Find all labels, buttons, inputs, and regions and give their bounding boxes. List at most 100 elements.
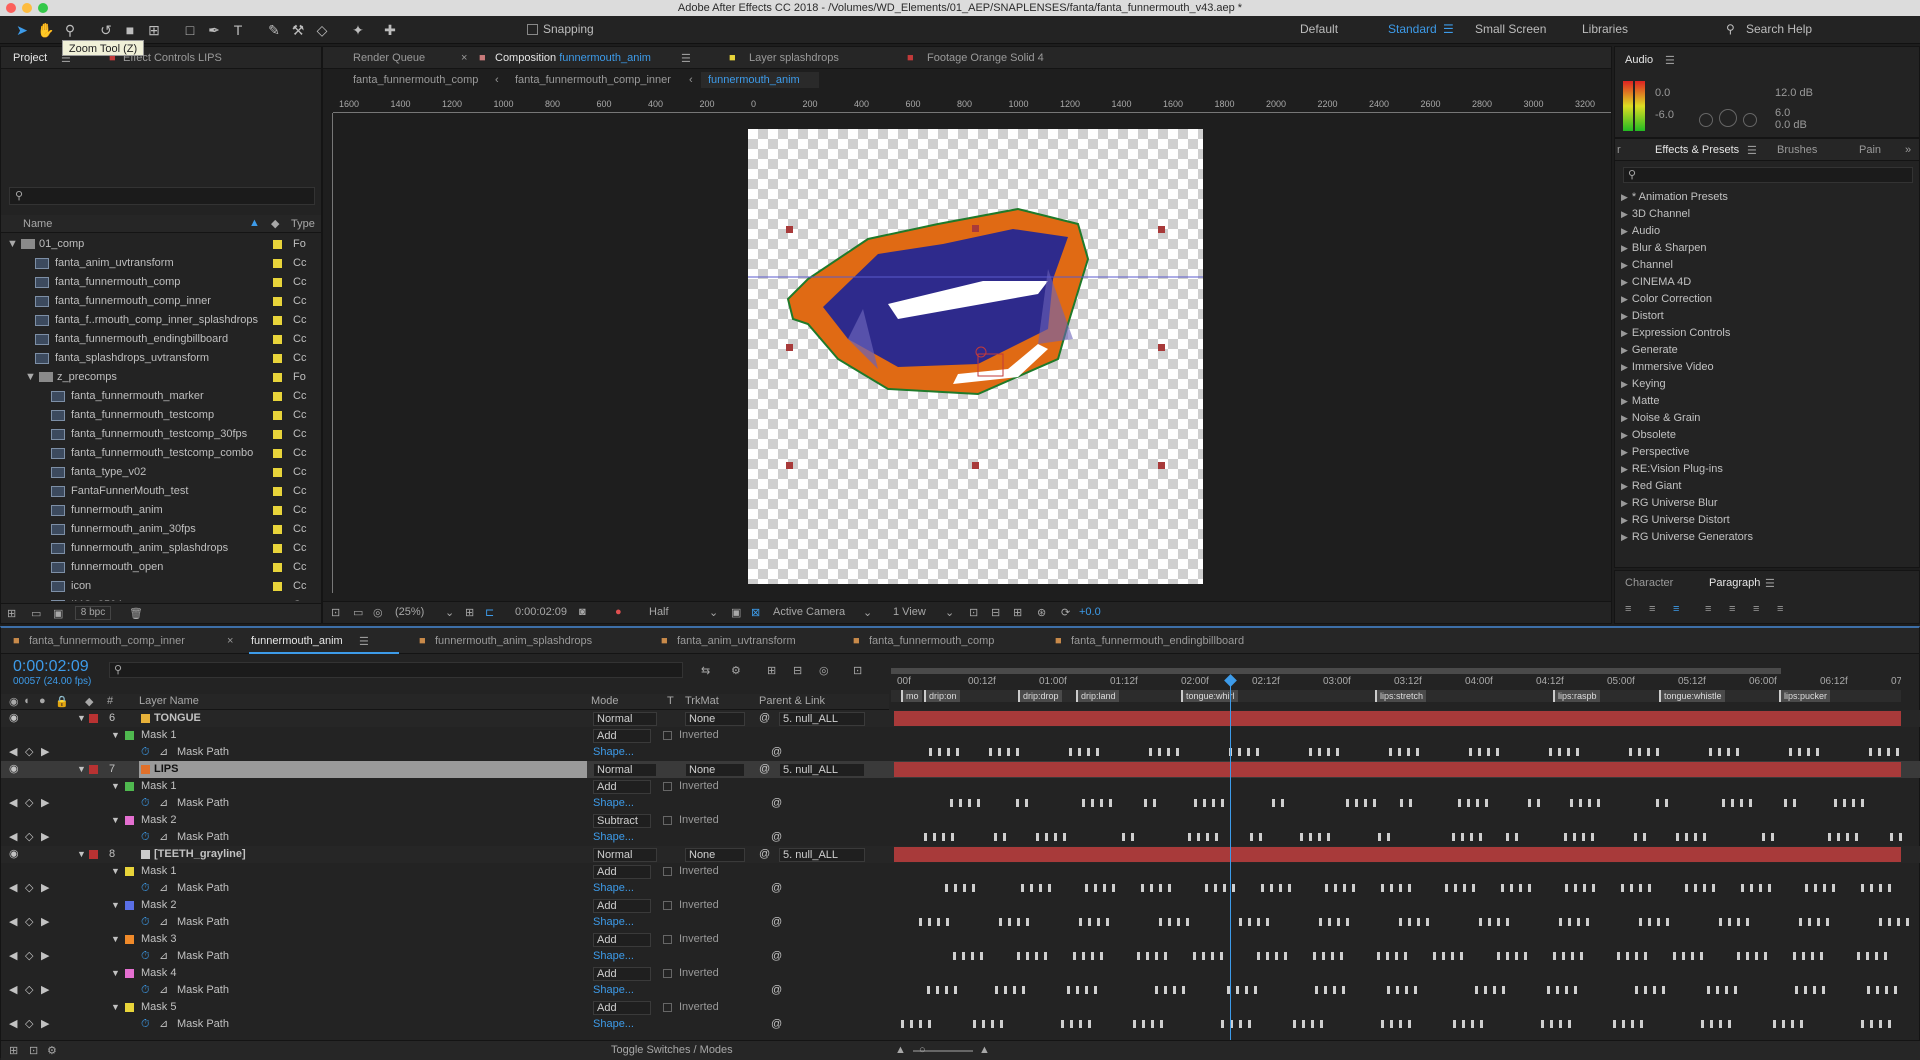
keyframe[interactable]	[1800, 1020, 1803, 1028]
keyframe[interactable]	[1063, 833, 1066, 841]
keyframe[interactable]	[1528, 884, 1531, 892]
keyframe[interactable]	[1302, 1020, 1305, 1028]
keyframe-toggle-icon[interactable]: ◇	[25, 795, 33, 812]
keyframe[interactable]	[1502, 986, 1505, 994]
keyframe[interactable]	[1488, 918, 1491, 926]
keyframe[interactable]	[1694, 884, 1697, 892]
graph-icon[interactable]: ⊿	[159, 880, 168, 897]
close-window-button[interactable]	[6, 3, 16, 13]
expand-arrow-icon[interactable]: ▼	[111, 931, 120, 948]
keyframe[interactable]	[1764, 952, 1767, 960]
property-value[interactable]: Shape...	[593, 948, 634, 965]
always-preview-icon[interactable]: ⊡	[331, 606, 340, 619]
keyframe[interactable]	[1795, 986, 1798, 994]
keyframe[interactable]	[1727, 748, 1730, 756]
effects-category[interactable]: ▶ Noise & Grain	[1621, 410, 1700, 427]
mask-mode-dropdown[interactable]: Add	[593, 933, 651, 947]
keyframe[interactable]	[1728, 918, 1731, 926]
keyframe[interactable]	[1890, 833, 1893, 841]
mask-mode-dropdown[interactable]: Add	[593, 729, 651, 743]
graph-icon[interactable]: ⊿	[159, 914, 168, 931]
keyframe[interactable]	[1896, 748, 1899, 756]
keyframe[interactable]	[1097, 918, 1100, 926]
keyframe[interactable]	[1719, 918, 1722, 926]
keyframe[interactable]	[1151, 1020, 1154, 1028]
project-item[interactable]: fanta_f..rmouth_comp_inner_splashdrops Cc	[1, 311, 321, 330]
keyframe[interactable]	[1524, 952, 1527, 960]
effects-category[interactable]: ▶ 3D Channel	[1621, 206, 1690, 223]
zoom-slider-handle[interactable]: ○	[919, 1044, 926, 1056]
exposure-value[interactable]: +0.0	[1079, 606, 1101, 618]
keyframe[interactable]	[1096, 748, 1099, 756]
keyframe[interactable]	[1471, 1020, 1474, 1028]
keyframe[interactable]	[1343, 884, 1346, 892]
keyframe[interactable]	[1460, 952, 1463, 960]
tab-character[interactable]: Character	[1625, 577, 1673, 589]
keyframe[interactable]	[1452, 833, 1455, 841]
keyframe[interactable]	[1870, 884, 1873, 892]
keyframe[interactable]	[947, 748, 950, 756]
keyframe[interactable]	[1564, 833, 1567, 841]
keyframe[interactable]	[1399, 1020, 1402, 1028]
keyframe[interactable]	[973, 1020, 976, 1028]
keyframe[interactable]	[1409, 799, 1412, 807]
keyframe[interactable]	[1846, 833, 1849, 841]
keyframe[interactable]	[1221, 799, 1224, 807]
expression-pickwhip-icon[interactable]: @	[771, 795, 782, 812]
prev-keyframe-icon[interactable]: ◀	[9, 982, 17, 999]
keyframe[interactable]	[1254, 986, 1257, 994]
keyframe[interactable]	[1188, 833, 1191, 841]
effects-category[interactable]: ▶ Blur & Sharpen	[1621, 240, 1707, 257]
property-value[interactable]: Shape...	[593, 914, 634, 931]
keyframe[interactable]	[1811, 952, 1814, 960]
close-tab-icon[interactable]: ×	[461, 52, 467, 64]
keyframe[interactable]	[1048, 884, 1051, 892]
brush-tool-icon[interactable]: ✎	[264, 20, 284, 40]
keyframe[interactable]	[1528, 799, 1531, 807]
keyframe[interactable]	[1153, 799, 1156, 807]
stopwatch-icon[interactable]: ⏱	[141, 744, 150, 761]
inverted-checkbox[interactable]	[663, 867, 672, 876]
keyframe[interactable]	[1070, 1020, 1073, 1028]
keyframe[interactable]	[1094, 986, 1097, 994]
keyframe[interactable]	[1906, 918, 1909, 926]
keyframe[interactable]	[1149, 748, 1152, 756]
keyframe[interactable]	[910, 1020, 913, 1028]
keyframe[interactable]	[1462, 1020, 1465, 1028]
expression-pickwhip-icon[interactable]: @	[771, 914, 782, 931]
keyframe[interactable]	[994, 833, 997, 841]
keyframe[interactable]	[1318, 833, 1321, 841]
crumb-0[interactable]: fanta_funnermouth_comp	[353, 74, 478, 86]
keyframe[interactable]	[1288, 884, 1291, 892]
keyframe[interactable]	[963, 884, 966, 892]
keyframe[interactable]	[1622, 1020, 1625, 1028]
keyframe[interactable]	[1685, 884, 1688, 892]
keyframe[interactable]	[1173, 986, 1176, 994]
label-chip[interactable]	[273, 411, 282, 420]
keyframe[interactable]	[1691, 952, 1694, 960]
keyframe[interactable]	[1570, 799, 1573, 807]
keyframe[interactable]	[1565, 986, 1568, 994]
keyframe[interactable]	[945, 884, 948, 892]
keyframe[interactable]	[1813, 986, 1816, 994]
audio-knob[interactable]	[1719, 109, 1737, 127]
keyframe[interactable]	[1381, 1020, 1384, 1028]
keyframe[interactable]	[1245, 986, 1248, 994]
project-item[interactable]: fanta_funnermouth_endingbillboard Cc	[1, 330, 321, 349]
keyframe[interactable]	[1648, 918, 1651, 926]
audio-icon[interactable]: ◖	[23, 695, 30, 707]
blend-mode-dropdown[interactable]: Normal	[593, 848, 657, 862]
keyframe[interactable]	[1137, 952, 1140, 960]
project-item[interactable]: fanta_funnermouth_testcomp_30fps Cc	[1, 425, 321, 444]
keyframe[interactable]	[1506, 833, 1509, 841]
keyframe[interactable]	[1091, 799, 1094, 807]
keyframe[interactable]	[1320, 1020, 1323, 1028]
keyframe[interactable]	[1168, 884, 1171, 892]
keyframe[interactable]	[1685, 833, 1688, 841]
project-item[interactable]: FantaFunnerMouth_test Cc	[1, 482, 321, 501]
keyframe[interactable]	[1828, 833, 1831, 841]
panel-menu-icon[interactable]: ☰	[359, 635, 369, 648]
keyframe[interactable]	[1586, 918, 1589, 926]
keyframe[interactable]	[1073, 952, 1076, 960]
keyframe[interactable]	[1386, 952, 1389, 960]
